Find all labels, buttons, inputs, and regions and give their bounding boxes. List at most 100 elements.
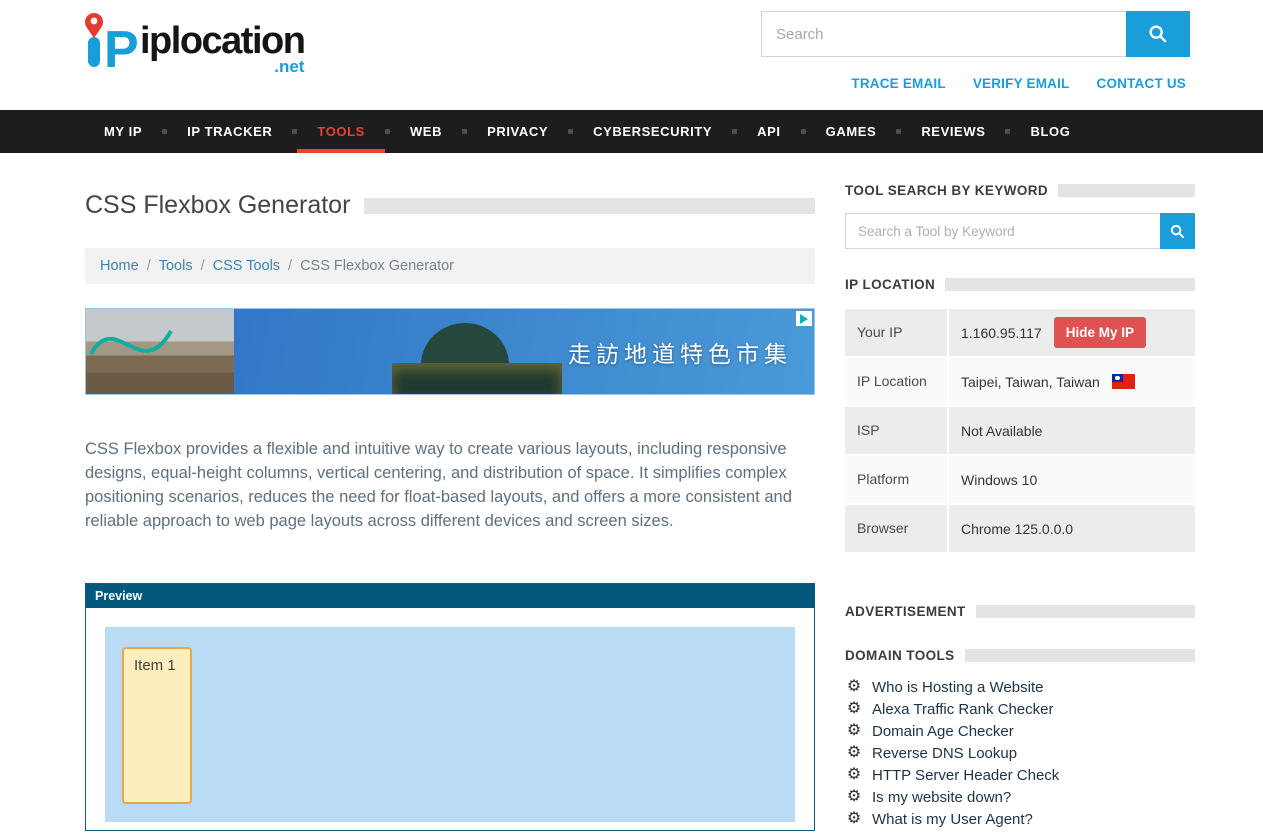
nav-item[interactable]: CYBERSECURITY <box>573 110 732 153</box>
domain-tool-link[interactable]: Reverse DNS Lookup <box>872 745 1017 762</box>
ip-location-table: Your IP 1.160.95.117 Hide My IP IP Locat… <box>845 309 1195 552</box>
header-search-input[interactable] <box>761 11 1126 57</box>
ip-table-row: ISP Not Available <box>845 407 1195 454</box>
title-row: CSS Flexbox Generator <box>85 191 815 220</box>
breadcrumb-link[interactable]: Home <box>100 258 139 274</box>
nav-item[interactable]: IP TRACKER <box>167 110 292 153</box>
tool-search-button[interactable] <box>1160 213 1195 249</box>
breadcrumb-link[interactable]: CSS Tools <box>213 258 280 274</box>
site-header: P iplocation .net TRACE EMAIL VERIFY EMAI… <box>0 0 1263 110</box>
tool-search-heading-text: TOOL SEARCH BY KEYWORD <box>845 183 1048 198</box>
nav-item-label: REVIEWS <box>921 124 985 139</box>
gear-icon: ⚙ <box>845 701 863 717</box>
nav-item[interactable]: WEB <box>390 110 462 153</box>
domain-tool-item[interactable]: ⚙ Alexa Traffic Rank Checker <box>845 698 1195 720</box>
nav-item-label: TOOLS <box>317 124 365 139</box>
ip-row-value: Windows 10 <box>949 456 1195 503</box>
nav-item-label: IP TRACKER <box>187 124 272 139</box>
domain-tool-item[interactable]: ⚙ What is my User Agent? <box>845 808 1195 830</box>
header-link[interactable]: VERIFY EMAIL <box>973 76 1070 91</box>
ip-table-row: IP Location Taipei, Taiwan, Taiwan <box>845 358 1195 405</box>
breadcrumb-link[interactable]: Tools <box>159 258 193 274</box>
ad-building-base-graphic <box>392 363 562 395</box>
gear-icon: ⚙ <box>845 723 863 739</box>
nav-item[interactable]: TOOLS <box>297 110 385 153</box>
gear-icon: ⚙ <box>845 767 863 783</box>
domain-tool-link[interactable]: Domain Age Checker <box>872 723 1014 740</box>
ip-row-value-text: Chrome 125.0.0.0 <box>961 521 1073 537</box>
ip-table-row: Browser Chrome 125.0.0.0 <box>845 505 1195 552</box>
domain-tool-item[interactable]: ⚙ HTTP Server Header Check <box>845 764 1195 786</box>
domain-tools-heading-text: DOMAIN TOOLS <box>845 648 955 663</box>
flex-preview-item: Item 1 <box>122 647 192 804</box>
nav-item[interactable]: BLOG <box>1010 110 1090 153</box>
preview-panel: Preview Item 1 <box>85 583 815 831</box>
logo-tld-text: .net <box>274 57 304 77</box>
domain-tool-item[interactable]: ⚙ Is my website down? <box>845 786 1195 808</box>
svg-text:P: P <box>104 21 139 74</box>
nav-item[interactable]: API <box>737 110 800 153</box>
ad-banner[interactable]: 走訪地道特色市集 <box>85 308 815 395</box>
ad-choices-icon[interactable] <box>796 311 812 326</box>
domain-tool-link[interactable]: Alexa Traffic Rank Checker <box>872 701 1053 718</box>
domain-tool-link[interactable]: What is my User Agent? <box>872 811 1033 828</box>
main-content: CSS Flexbox Generator Home / Tools / CSS… <box>85 153 815 831</box>
tool-search-heading: TOOL SEARCH BY KEYWORD <box>845 183 1195 198</box>
ip-row-label: Platform <box>845 456 949 503</box>
ip-row-label: ISP <box>845 407 949 454</box>
nav-item-label: GAMES <box>826 124 877 139</box>
domain-tool-item[interactable]: ⚙ Reverse DNS Lookup <box>845 742 1195 764</box>
ad-swirl-graphic <box>86 309 206 379</box>
breadcrumb-separator: / <box>201 258 205 274</box>
search-icon <box>1147 23 1169 45</box>
flag-canton <box>1112 374 1124 382</box>
nav-item[interactable]: GAMES <box>806 110 897 153</box>
nav-item-label: CYBERSECURITY <box>593 124 712 139</box>
nav-item[interactable]: PRIVACY <box>467 110 568 153</box>
domain-tool-item[interactable]: ⚙ Domain Age Checker <box>845 720 1195 742</box>
nav-item[interactable]: REVIEWS <box>901 110 1005 153</box>
domain-tool-link[interactable]: HTTP Server Header Check <box>872 767 1059 784</box>
page: P iplocation .net TRACE EMAIL VERIFY EMAI… <box>0 0 1263 840</box>
advertisement-heading: ADVERTISEMENT <box>845 604 1195 619</box>
domain-tool-link[interactable]: Who is Hosting a Website <box>872 679 1043 696</box>
ip-row-value-text: Taipei, Taiwan, Taiwan <box>961 374 1100 390</box>
search-icon <box>1169 223 1186 240</box>
breadcrumb: Home / Tools / CSS Tools / CSS Flexbox G… <box>85 248 815 284</box>
header-search <box>761 11 1190 57</box>
domain-tool-item[interactable]: ⚙ Who is Hosting a Website <box>845 676 1195 698</box>
nav-item[interactable]: MY IP <box>84 110 162 153</box>
header-link[interactable]: TRACE EMAIL <box>851 76 945 91</box>
taiwan-flag-icon <box>1112 374 1135 389</box>
header-link[interactable]: CONTACT US <box>1097 76 1187 91</box>
gear-icon: ⚙ <box>845 811 863 827</box>
ip-table-row: Your IP 1.160.95.117 Hide My IP <box>845 309 1195 356</box>
flag-sun <box>1115 376 1120 381</box>
domain-tools-heading: DOMAIN TOOLS <box>845 648 1195 663</box>
heading-decoration-bar <box>945 278 1195 291</box>
ip-row-value: Not Available <box>949 407 1195 454</box>
ip-row-value: Chrome 125.0.0.0 <box>949 505 1195 552</box>
main-nav: MY IP IP TRACKER TOOLS WEB PRIVACY CYBER… <box>0 110 1263 153</box>
ip-table-row: Platform Windows 10 <box>845 456 1195 503</box>
nav-item-label: BLOG <box>1030 124 1070 139</box>
breadcrumb-separator: / <box>288 258 292 274</box>
heading-decoration-bar <box>1058 184 1195 197</box>
nav-item-label: MY IP <box>104 124 142 139</box>
ip-row-value-text: Not Available <box>961 423 1042 439</box>
breadcrumb-current: CSS Flexbox Generator <box>300 258 454 274</box>
tool-search <box>845 213 1195 249</box>
logo[interactable]: P iplocation .net <box>84 10 304 74</box>
hide-my-ip-button[interactable]: Hide My IP <box>1054 317 1146 348</box>
sidebar: TOOL SEARCH BY KEYWORD IP LOCATION Your … <box>845 153 1195 830</box>
advertisement-heading-text: ADVERTISEMENT <box>845 604 966 619</box>
nav-item-label: WEB <box>410 124 442 139</box>
flex-preview-container: Item 1 <box>105 627 795 822</box>
header-search-button[interactable] <box>1126 11 1190 57</box>
gear-icon: ⚙ <box>845 745 863 761</box>
domain-tool-link[interactable]: Is my website down? <box>872 789 1011 806</box>
tool-search-input[interactable] <box>845 213 1160 249</box>
page-title: CSS Flexbox Generator <box>85 191 350 220</box>
gear-icon: ⚙ <box>845 789 863 805</box>
gear-icon: ⚙ <box>845 679 863 695</box>
